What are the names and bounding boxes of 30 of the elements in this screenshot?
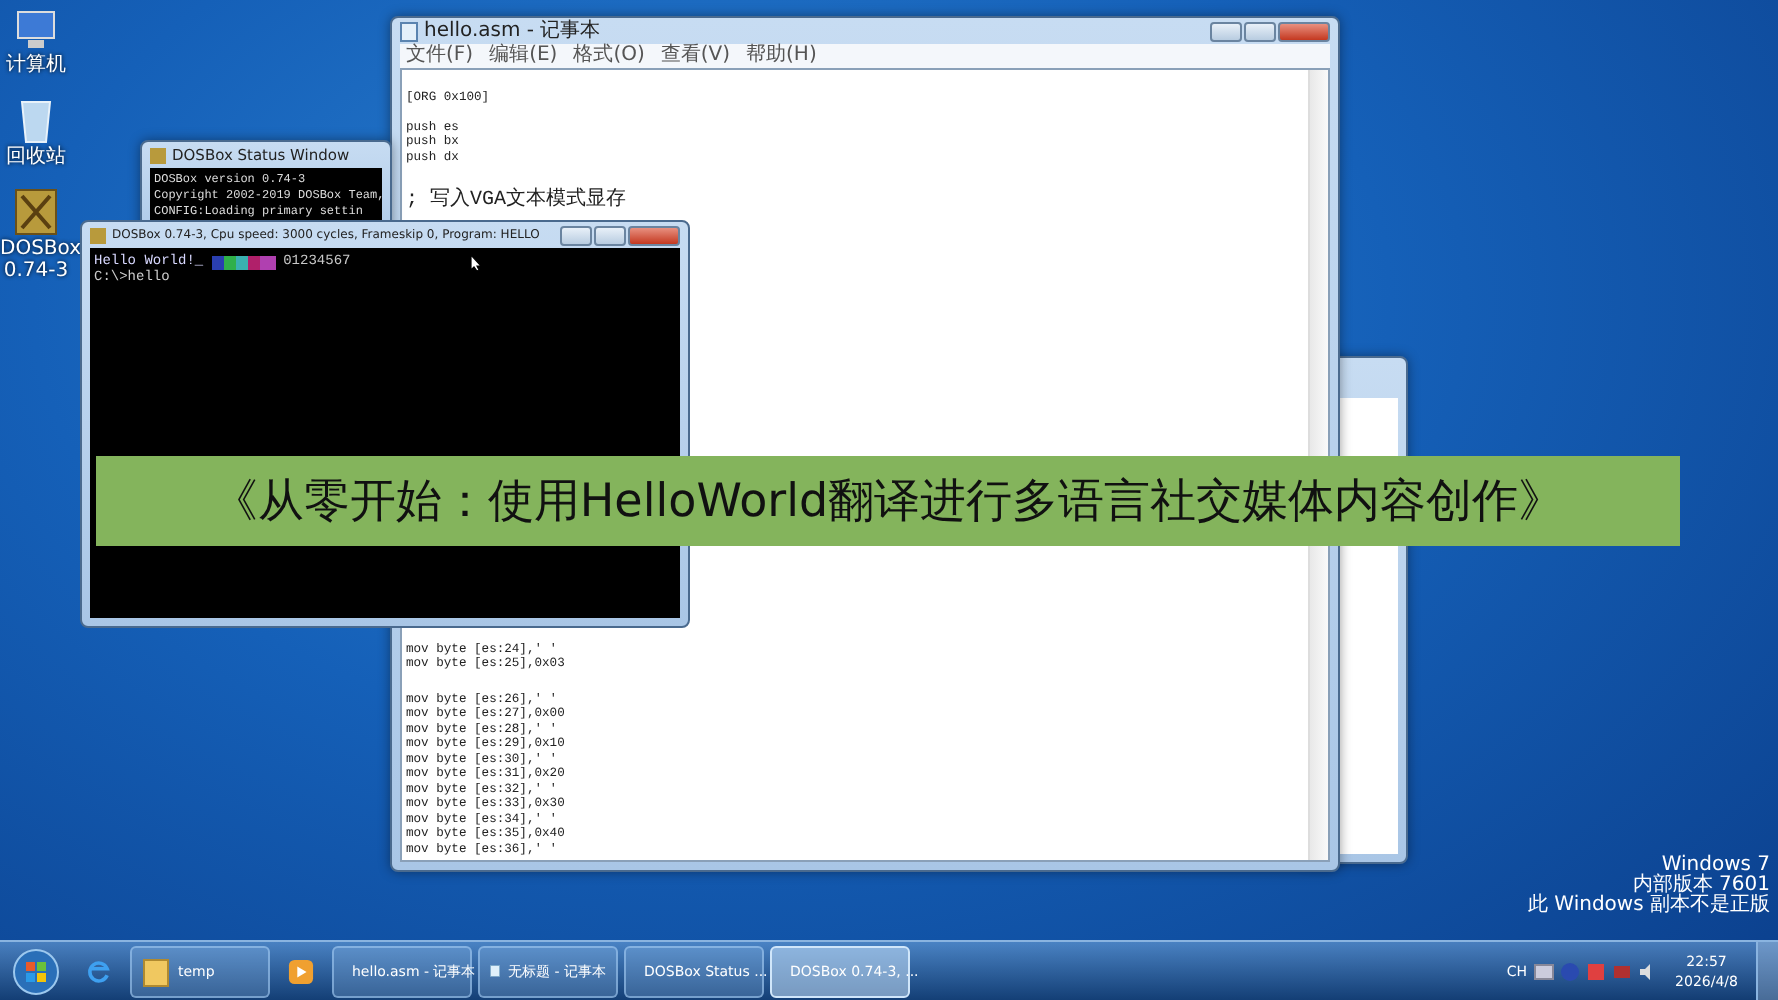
show-desktop-button[interactable] (1756, 942, 1778, 1000)
window-title: hello.asm - 记事本 (424, 19, 601, 43)
code-line: ; 写入VGA文本模式显存 (406, 190, 627, 212)
minimize-button[interactable] (1210, 21, 1242, 41)
notepad-icon (400, 21, 418, 41)
computer-icon[interactable] (14, 8, 58, 52)
minimize-button[interactable] (560, 225, 592, 245)
color-blocks-drawing (211, 255, 276, 269)
menu-item[interactable]: 查看(V) (660, 44, 731, 68)
desktop-icon-label[interactable]: 计算机 (0, 54, 72, 76)
recycle-bin-icon[interactable] (18, 96, 54, 144)
menu-item[interactable]: 帮助(H) (746, 44, 817, 68)
os-notice-text: 此 Windows 副本不是正版 (1528, 896, 1770, 916)
mouse-pointer-icon (470, 254, 482, 272)
menu-item[interactable]: 格式(O) (573, 44, 645, 68)
close-button[interactable] (628, 225, 680, 245)
play-icon (288, 957, 314, 985)
title-banner: 《从零开始：使用HelloWorld翻译进行多语言社交媒体内容创作》 (96, 456, 1680, 546)
menu-item[interactable]: 文件(F) (406, 44, 474, 68)
folder-icon (142, 955, 170, 987)
start-button[interactable] (12, 947, 60, 995)
close-button[interactable] (1278, 21, 1330, 41)
os-notice-text: Windows 7 (1661, 856, 1770, 876)
keyboard-icon[interactable] (1533, 963, 1554, 979)
desktop-icon-label[interactable]: 回收站 (0, 146, 72, 168)
menu-item[interactable]: 编辑(E) (489, 44, 558, 68)
os-notice-text: 内部版本 7601 (1632, 876, 1770, 896)
browser-icon (86, 955, 112, 987)
maximize-button[interactable] (594, 225, 626, 245)
maximize-button[interactable] (1244, 21, 1276, 41)
